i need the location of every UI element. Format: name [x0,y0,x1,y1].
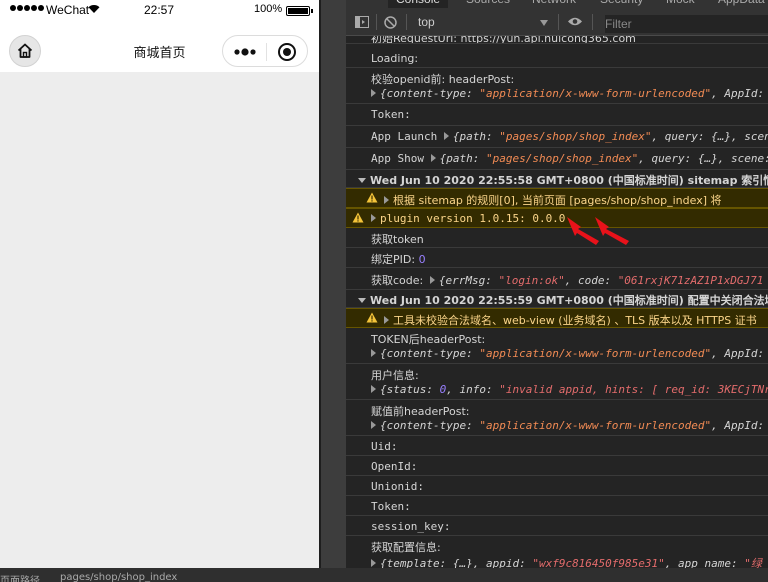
log-entry: App Launch {path: "pages/shop/shop_index… [346,126,768,148]
warning-entry: 根据 sitemap 的规则[0], 当前页面 [pages/shop/shop… [346,188,768,208]
log-entry: TOKEN后headerPost: {content-type: "applic… [346,328,768,364]
simulator-footer: 页面路径 pages/shop/shop_index [0,568,346,582]
log-object[interactable]: {content-type: "application/x-www-form-u… [371,419,764,432]
battery-icon [286,6,313,16]
log-text: plugin version 1.0.15: 0.0.0 [371,212,565,225]
warning-entry: plugin version 1.0.15: 0.0.0 [346,208,768,228]
log-text: Wed Jun 10 2020 22:55:58 GMT+0800 (中国标准时… [358,172,768,187]
log-object[interactable]: {status: 0, info: "invalid appid, hints:… [371,383,768,396]
close-miniprogram-icon[interactable] [278,43,296,61]
more-options-icon[interactable] [233,46,257,58]
warning-icon [352,212,364,223]
log-text: Token: [371,500,411,513]
log-object[interactable]: {template: {…}, appid: "wxf9c816450f985e… [371,555,762,568]
log-object[interactable]: {content-type: "application/x-www-form-u… [371,87,764,100]
annotation-arrows-icon [567,217,629,245]
log-entry: session_key: [346,516,768,536]
console-toolbar: top [346,8,768,36]
console-log-area: 初始RequestUrl: https://yun.api.huicong365… [346,36,768,568]
log-text: Uid: [371,440,398,453]
log-entry: Unionid: [346,476,768,496]
log-text: 校验openid前: headerPost: [371,73,515,86]
log-text: session_key: [371,520,451,533]
log-object[interactable]: 获取code: {errMsg: "login:ok", code: "061r… [371,272,763,288]
tab-appdata[interactable]: AppData [710,0,768,8]
devtools-tabs: Console Console Sources Network Security… [346,0,768,8]
log-entry: Token: [346,104,768,126]
tab-mock[interactable]: Mock [658,0,703,8]
log-text: 绑定PID: 0 [371,253,426,266]
filter-input[interactable] [605,15,768,33]
log-entry: Token: [346,496,768,516]
tab-network[interactable]: Network [524,0,584,8]
devtools-footer [346,568,768,582]
log-entry: 获取配置信息: {template: {…}, appid: "wxf9c816… [346,536,768,568]
clear-console-icon[interactable] [384,16,397,29]
battery-percent: 100% [254,3,283,15]
log-entry: Loading: [346,48,768,68]
log-text: Token: [371,108,411,121]
expand-icon [358,298,366,303]
wifi-icon [88,5,100,13]
eye-icon[interactable] [567,16,583,27]
sidebar-toggle-icon[interactable] [355,16,369,28]
capsule-separator [266,43,267,61]
status-bar: WeChat 22:57 100% [0,0,319,20]
warning-icon [366,192,378,203]
signal-dots-icon [10,5,44,11]
log-entry: 获取token [346,228,768,248]
log-text: 工具未校验合法域名、web-view (业务域名) 、TLS 版本以及 HTTP… [384,312,757,327]
log-entry: Uid: [346,436,768,456]
tab-console[interactable]: Console [388,0,449,8]
log-text: 赋值前headerPost: [371,405,470,418]
log-text: OpenId: [371,460,418,473]
chevron-down-icon [540,20,548,26]
log-entry: 获取code: {errMsg: "login:ok", code: "061r… [346,268,768,290]
page-path-label: 页面路径 [0,576,40,582]
phone-simulator: WeChat 22:57 100% 商城首页 [0,0,319,568]
log-entry: 赋值前headerPost: {content-type: "applicati… [346,400,768,436]
context-value: top [418,15,435,29]
log-text: 获取配置信息: [371,541,441,554]
navigation-bar: 商城首页 [0,20,319,72]
expand-icon [358,178,366,183]
log-group-header[interactable]: Wed Jun 10 2020 22:55:58 GMT+0800 (中国标准时… [346,170,768,188]
log-entry: OpenId: [346,456,768,476]
panel-divider[interactable] [319,0,346,582]
log-entry: 绑定PID: 0 [346,248,768,268]
capsule-menu [222,35,308,67]
log-text: 初始RequestUrl: https://yun.api.huicong365… [371,36,636,44]
log-text: 获取token [371,233,424,246]
log-entry: App Show {path: "pages/shop/shop_index",… [346,148,768,170]
context-select[interactable]: top [418,15,550,33]
log-object[interactable]: App Launch {path: "pages/shop/shop_index… [371,130,768,143]
log-entry: 校验openid前: headerPost: {content-type: "a… [346,68,768,104]
page-path[interactable]: pages/shop/shop_index [60,572,177,582]
log-object[interactable]: {content-type: "application/x-www-form-u… [371,347,764,360]
log-text: Loading: [371,52,419,65]
log-text: 用户信息: [371,369,419,382]
carrier-name: WeChat [46,3,90,17]
log-text: 根据 sitemap 的规则[0], 当前页面 [pages/shop/shop… [384,192,722,207]
tab-sources[interactable]: Sources [458,0,518,8]
log-entry: 初始RequestUrl: https://yun.api.huicong365… [346,36,768,44]
log-text: TOKEN后headerPost: [371,333,486,346]
log-group-header[interactable]: Wed Jun 10 2020 22:55:59 GMT+0800 (中国标准时… [346,290,768,308]
tab-security[interactable]: Security [592,0,651,8]
warning-entry: 工具未校验合法域名、web-view (业务域名) 、TLS 版本以及 HTTP… [346,308,768,328]
log-text: Wed Jun 10 2020 22:55:59 GMT+0800 (中国标准时… [358,292,768,307]
log-text: Unionid: [371,480,424,493]
log-entry: 用户信息: {status: 0, info: "invalid appid, … [346,364,768,400]
clock: 22:57 [144,3,175,17]
log-object[interactable]: App Show {path: "pages/shop/shop_index",… [371,152,768,165]
devtools-panel: Console Console Sources Network Security… [346,0,768,582]
warning-icon [366,312,378,323]
